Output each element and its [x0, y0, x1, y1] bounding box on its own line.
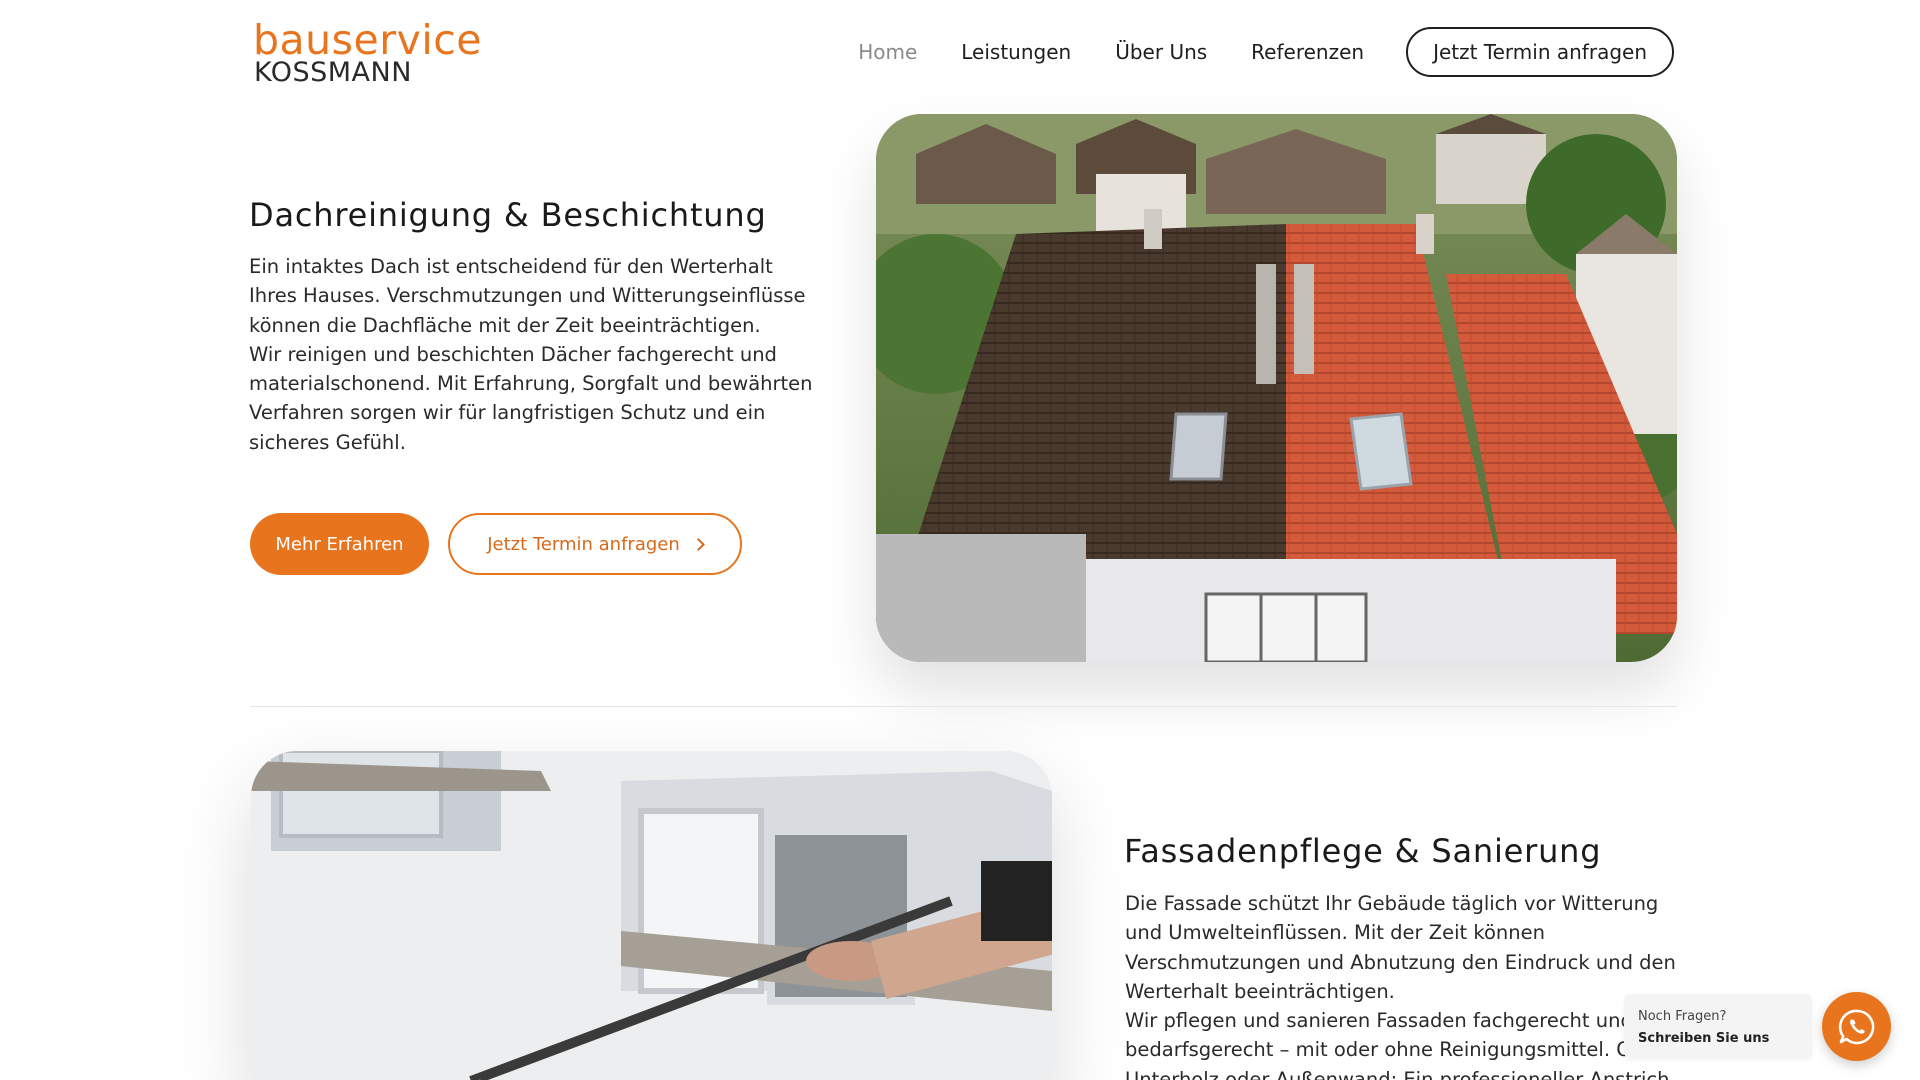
roof-section-text: Ein intaktes Dach ist entscheidend für d…	[249, 252, 814, 457]
nav-home[interactable]: Home	[858, 40, 917, 64]
roof-paragraph-2: Wir reinigen und beschichten Dächer fach…	[249, 342, 813, 454]
learn-more-label: Mehr Erfahren	[275, 533, 404, 555]
whatsapp-chat-button[interactable]	[1822, 992, 1891, 1061]
facade-paragraph-1: Die Fassade schützt Ihr Gebäude täglich …	[1125, 892, 1676, 1003]
header-appointment-button[interactable]: Jetzt Termin anfragen	[1406, 27, 1674, 77]
nav-ueber-uns[interactable]: Über Uns	[1115, 40, 1207, 64]
site-logo[interactable]: bauservice KOSSMANN	[253, 18, 493, 88]
chat-prompt-bubble[interactable]: Noch Fragen? Schreiben Sie uns	[1624, 994, 1812, 1058]
learn-more-button[interactable]: Mehr Erfahren	[250, 513, 429, 575]
roof-paragraph-1: Ein intaktes Dach ist entscheidend für d…	[249, 255, 806, 337]
chevron-right-icon	[691, 538, 705, 551]
site-header: bauservice KOSSMANN Home Leistungen Über…	[0, 0, 1920, 105]
logo-wordmark-top: bauservice	[253, 16, 482, 64]
logo-wordmark-bottom: KOSSMANN	[254, 57, 412, 88]
section-divider	[250, 706, 1677, 707]
facade-section-text: Die Fassade schützt Ihr Gebäude täglich …	[1125, 889, 1685, 1080]
whatsapp-icon	[1838, 1009, 1874, 1044]
roof-appointment-button[interactable]: Jetzt Termin anfragen	[448, 513, 742, 575]
page: bauservice KOSSMANN Home Leistungen Über…	[0, 0, 1920, 1080]
nav-leistungen[interactable]: Leistungen	[961, 40, 1071, 64]
roof-appointment-label: Jetzt Termin anfragen	[487, 533, 680, 555]
facade-cleaning-photo	[251, 751, 1052, 1080]
roof-photo	[876, 114, 1677, 662]
chat-prompt-text: Noch Fragen?	[1638, 1009, 1727, 1024]
main-nav: Home Leistungen Über Uns Referenzen Jetz…	[858, 27, 1674, 77]
facade-paragraph-2: Wir pflegen und sanieren Fassaden fachge…	[1125, 1009, 1670, 1080]
chat-prompt-bold: Schreiben Sie uns	[1638, 1031, 1770, 1046]
nav-referenzen[interactable]: Referenzen	[1251, 40, 1364, 64]
facade-section-title: Fassadenpflege & Sanierung	[1124, 832, 1602, 870]
roof-section-title: Dachreinigung & Beschichtung	[249, 196, 767, 234]
